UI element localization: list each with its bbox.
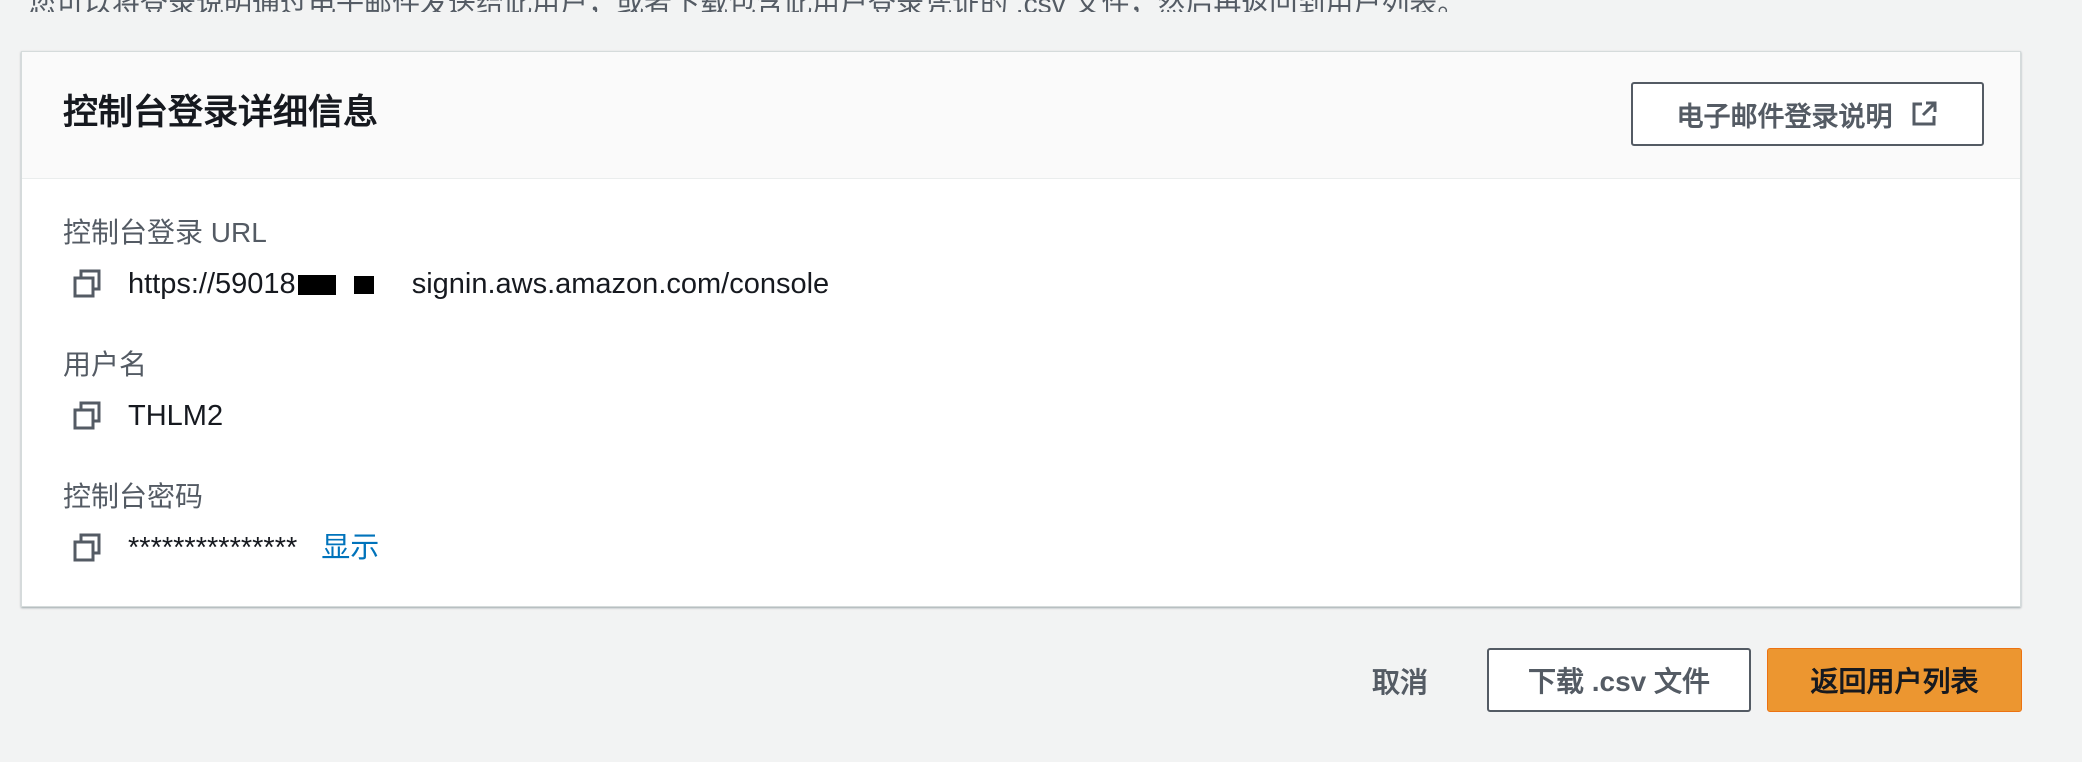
cancel-button[interactable]: 取消: [1360, 649, 1440, 713]
copy-icon[interactable]: [70, 531, 104, 565]
password-label: 控制台密码: [63, 481, 204, 512]
external-link-icon: [1912, 101, 1936, 126]
copy-icon[interactable]: [70, 267, 104, 301]
page-description: 您可以将登录说明通过电子邮件发送给此用户，或者下载包含此用户登录凭证的 .csv…: [28, 0, 1465, 12]
redaction-block: [297, 275, 336, 296]
redaction-block: [353, 276, 374, 295]
signin-url-label: 控制台登录 URL: [63, 217, 267, 248]
email-signin-instructions-label: 电子邮件登录说明: [1676, 101, 1893, 132]
page-description-cutoff: 您可以将登录说明通过电子邮件发送给此用户，或者下载包含此用户登录凭证的 .csv…: [0, 0, 2082, 12]
password-value: ***************: [128, 532, 298, 564]
copy-icon[interactable]: [70, 399, 104, 433]
username-label: 用户名: [63, 349, 148, 380]
panel-header: 控制台登录详细信息 电子邮件登录说明: [22, 52, 2020, 179]
return-to-user-list-button[interactable]: 返回用户列表: [1767, 648, 2022, 712]
console-signin-details-panel: 控制台登录详细信息 电子邮件登录说明 控制台登录 URL https://590…: [21, 51, 2021, 607]
email-signin-instructions-button[interactable]: 电子邮件登录说明: [1631, 82, 1984, 146]
panel-title: 控制台登录详细信息: [63, 93, 379, 132]
signin-url-prefix: https://59018: [128, 268, 296, 300]
password-row: *************** 显示: [70, 528, 379, 568]
show-password-link[interactable]: 显示: [321, 530, 379, 566]
signin-url-value: https://59018 signin.aws.amazon.com/conso…: [128, 266, 829, 302]
download-csv-button[interactable]: 下载 .csv 文件: [1487, 648, 1751, 712]
username-row: THLM2: [70, 396, 223, 436]
signin-url-row: https://59018 signin.aws.amazon.com/conso…: [70, 264, 829, 304]
username-value: THLM2: [128, 400, 224, 432]
signin-url-suffix: signin.aws.amazon.com/console: [411, 268, 830, 300]
